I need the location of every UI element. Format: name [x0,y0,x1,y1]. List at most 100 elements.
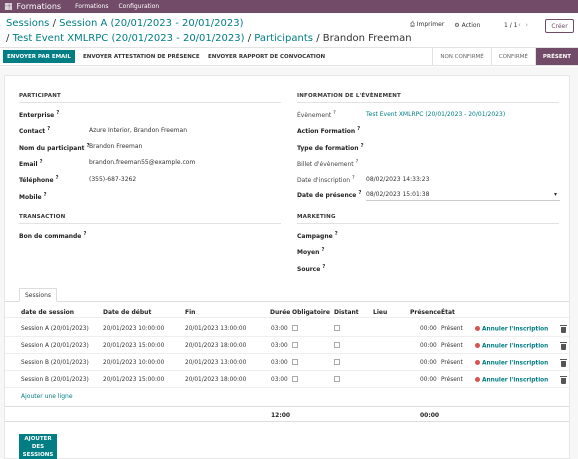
trash-icon[interactable] [560,342,567,350]
row-divider [5,353,569,354]
cell-start[interactable]: 20/01/2023 15:00:00 [103,343,164,349]
cell-end[interactable]: 20/01/2023 13:00:00 [185,326,246,332]
cell-session[interactable]: Session A (20/01/2023) [21,326,89,332]
col-state[interactable]: État [441,309,455,316]
remote-checkbox[interactable] [334,376,340,382]
print-button[interactable]: ⎙ Imprimer [410,21,444,29]
cell-presence[interactable]: 00:00 [420,360,437,366]
cell-duration[interactable]: 03:00 [271,343,288,349]
send-convocation-button[interactable]: ENVOYER RAPPORT DE CONVOCATION [208,50,325,63]
cell-end[interactable]: 20/01/2023 13:00:00 [185,360,246,366]
breadcrumb-event[interactable]: Test Event XMLRPC (20/01/2023 - 20/01/20… [13,33,245,44]
stage-present[interactable]: PRÉSENT [534,48,578,65]
col-end[interactable]: Fin [185,309,195,316]
col-start-date[interactable]: Date de début [103,309,151,316]
menu-configuration[interactable]: Configuration [118,3,159,10]
cell-start[interactable]: 20/01/2023 10:00:00 [103,326,164,332]
field-phone[interactable]: (355)-687-3262 [89,176,136,183]
breadcrumb-current: Brandon Freeman [322,33,412,44]
breadcrumb-session-a[interactable]: Session A (20/01/2023 - 20/01/2023) [59,18,243,29]
cancel-registration-button[interactable]: Annuler l'inscription [475,377,548,384]
chevron-right-icon[interactable]: › [525,21,528,29]
top-navbar: ▦ Formations Formations Configuration [0,0,578,13]
divider [297,102,559,103]
section-participant: PARTICIPANT [19,93,61,99]
breadcrumb-separator: / [52,18,56,29]
col-remote[interactable]: Distant [334,309,359,316]
cell-start[interactable]: 20/01/2023 15:00:00 [103,377,164,383]
label-campaign: Campagne ? [297,231,338,240]
pager-value[interactable]: 1 / 1 [504,22,517,29]
cancel-registration-button[interactable]: Annuler l'inscription [475,360,548,367]
cell-duration[interactable]: 03:00 [271,326,288,332]
col-mandatory[interactable]: Obligatoire [292,309,330,316]
label-contact: Contact ? [19,126,51,135]
row-divider [5,317,569,318]
section-marketing: MARKETING [297,214,336,220]
caret-down-icon[interactable]: ▾ [554,191,557,198]
field-registration-date: 08/02/2023 14:33:23 [366,176,430,183]
cell-presence[interactable]: 00:00 [420,343,437,349]
stage-not-confirmed[interactable]: NON CONFIRMÉ [432,48,490,65]
create-button[interactable]: Créer [545,19,574,33]
add-line-link[interactable]: Ajouter une ligne [21,393,73,400]
chevron-left-icon[interactable]: ‹ [518,21,521,29]
cell-duration[interactable]: 03:00 [271,360,288,366]
apps-menu-icon[interactable]: ▦ [4,2,13,12]
send-email-button[interactable]: ENVOYER PAR EMAIL [3,50,75,63]
cell-state[interactable]: Présent [441,326,463,332]
tab-sessions[interactable]: Sessions [19,288,57,302]
field-email[interactable]: brandon.freeman55@example.com [89,159,195,166]
label-registration-date: Date d'inscription ? [297,175,355,184]
mandatory-checkbox[interactable] [292,359,298,365]
cell-state[interactable]: Présent [441,377,463,383]
trash-icon[interactable] [560,325,567,333]
add-sessions-button[interactable]: AJOUTER DES SESSIONS [19,434,57,459]
label-presence-date: Date de présence ? [297,190,362,199]
field-presence-date[interactable]: 08/02/2023 15:01:38 [366,191,429,198]
cell-start[interactable]: 20/01/2023 10:00:00 [103,360,164,366]
breadcrumb-sessions[interactable]: Sessions [6,18,49,29]
breadcrumb-line-2: / Test Event XMLRPC (20/01/2023 - 20/01/… [6,33,412,44]
total-duration: 12:00 [271,412,291,419]
cell-session[interactable]: Session B (20/01/2023) [21,360,89,366]
remote-checkbox[interactable] [334,342,340,348]
stage-confirmed[interactable]: CONFIRMÉ [490,48,535,65]
cell-presence[interactable]: 00:00 [420,377,437,383]
row-divider [5,336,569,337]
mandatory-checkbox[interactable] [292,376,298,382]
cell-state[interactable]: Présent [441,343,463,349]
action-button[interactable]: ⚙ Action [454,22,480,29]
remote-checkbox[interactable] [334,359,340,365]
mandatory-checkbox[interactable] [292,325,298,331]
app-name[interactable]: Formations [17,2,62,11]
menu-formations[interactable]: Formations [75,3,108,10]
status-bar: ENVOYER PAR EMAIL ENVOYER ATTESTATION DE… [0,48,578,66]
cell-session[interactable]: Session B (20/01/2023) [21,377,89,383]
col-location[interactable]: Lieu [373,309,387,316]
col-presence[interactable]: Présence [410,309,441,316]
cell-presence[interactable]: 00:00 [420,326,437,332]
label-event-ticket: Billet d'évènement ? [297,159,359,168]
cell-duration[interactable]: 03:00 [271,377,288,383]
remote-checkbox[interactable] [334,325,340,331]
trash-icon[interactable] [560,359,567,367]
cancel-icon [475,343,480,348]
cancel-registration-button[interactable]: Annuler l'inscription [475,343,548,350]
cell-end[interactable]: 20/01/2023 18:00:00 [185,377,246,383]
breadcrumb-participants[interactable]: Participants [254,33,313,44]
cancel-registration-button[interactable]: Annuler l'inscription [475,326,548,333]
col-duration[interactable]: Durée [270,309,290,316]
cell-state[interactable]: Présent [441,360,463,366]
field-event[interactable]: Test Event XMLRPC (20/01/2023 - 20/01/20… [366,111,505,118]
field-contact[interactable]: Azure Interior, Brandon Freeman [89,127,187,134]
mandatory-checkbox[interactable] [292,342,298,348]
trash-icon[interactable] [560,376,567,384]
cell-session[interactable]: Session A (20/01/2023) [21,343,89,349]
cell-end[interactable]: 20/01/2023 18:00:00 [185,343,246,349]
send-attendance-button[interactable]: ENVOYER ATTESTATION DE PRÉSENCE [83,50,200,63]
pager-nav: ‹ › [518,21,528,29]
label-source: Source ? [297,264,326,273]
col-session-date[interactable]: date de session [21,309,74,316]
field-participant-name[interactable]: Brandon Freeman [89,143,142,150]
